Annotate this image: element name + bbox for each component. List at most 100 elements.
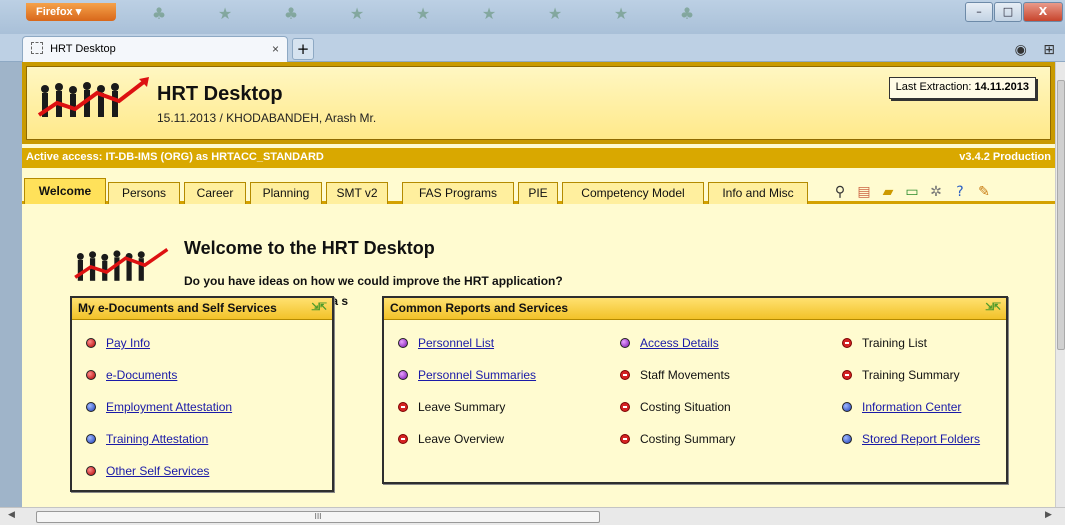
- toolbar-icons: ⚲ ▤ ▰ ▭ ✲ ? ✎: [832, 184, 992, 200]
- tree-icon: ♣: [679, 4, 695, 23]
- red-bullet-icon: [86, 466, 96, 476]
- no-entry-icon: [842, 338, 852, 348]
- vertical-scrollbar[interactable]: [1055, 62, 1065, 507]
- page-icon: [31, 42, 43, 54]
- tab-welcome[interactable]: Welcome: [24, 178, 106, 204]
- no-entry-icon: [620, 402, 630, 412]
- list-item[interactable]: Access Details: [620, 336, 719, 350]
- list-item[interactable]: e-Documents: [86, 368, 177, 382]
- list-item[interactable]: Personnel List: [398, 336, 494, 350]
- costing-situation-text: Costing Situation: [640, 400, 731, 414]
- star-icon: ★: [349, 4, 365, 23]
- tab-info-and-misc[interactable]: Info and Misc: [708, 182, 808, 204]
- e-documents-link[interactable]: e-Documents: [106, 368, 177, 382]
- list-item: Training Summary: [842, 368, 960, 382]
- list-item[interactable]: Employment Attestation: [86, 400, 232, 414]
- horizontal-scrollbar[interactable]: ◀ III ▶: [0, 507, 1065, 525]
- new-tab-button[interactable]: +: [292, 38, 314, 60]
- star-icon: ★: [415, 4, 431, 23]
- app-title: HRT Desktop: [157, 83, 283, 105]
- folder-icon[interactable]: ▰: [880, 184, 896, 200]
- help-icon[interactable]: ?: [952, 184, 968, 200]
- no-entry-icon: [620, 370, 630, 380]
- browser-tabstrip: HRT Desktop × + ◉ ⊞: [0, 34, 1065, 62]
- expand-icon[interactable]: ⇲⇱: [311, 302, 327, 313]
- firefox-menu-button[interactable]: Firefox ▾: [26, 3, 116, 21]
- export-icon[interactable]: ▭: [904, 184, 920, 200]
- star-icon: ★: [481, 4, 497, 23]
- no-entry-icon: [842, 370, 852, 380]
- horizontal-scroll-thumb[interactable]: III: [36, 511, 600, 523]
- welcome-title: Welcome to the HRT Desktop: [184, 238, 435, 258]
- hrt-logo-icon: [37, 77, 149, 117]
- binoculars-icon[interactable]: ⚲: [832, 184, 848, 200]
- tab-pie[interactable]: PIE: [518, 182, 558, 204]
- leave-overview-text: Leave Overview: [418, 432, 505, 446]
- list-item: Costing Situation: [620, 400, 731, 414]
- tab-smt-v2[interactable]: SMT v2: [326, 182, 388, 204]
- pay-info-link[interactable]: Pay Info: [106, 336, 150, 350]
- other-self-services-link[interactable]: Other Self Services: [106, 464, 209, 478]
- star-icon: ★: [613, 4, 629, 23]
- list-item[interactable]: Other Self Services: [86, 464, 209, 478]
- common-reports-header: Common Reports and Services ⇲⇱: [384, 298, 1006, 320]
- self-services-panel: My e-Documents and Self Services ⇲⇱ Pay …: [70, 296, 334, 492]
- browser-tab-title: HRT Desktop: [50, 43, 116, 55]
- personnel-list-link[interactable]: Personnel List: [418, 336, 494, 350]
- window-titlebar: Firefox ▾ ♣ ★ ♣ ★ ★ ★ ★ ★ ♣ – □ X: [0, 0, 1065, 34]
- expand-icon[interactable]: ⇲⇱: [985, 302, 1001, 313]
- list-item: Leave Summary: [398, 400, 505, 414]
- list-item[interactable]: Information Center: [842, 400, 961, 414]
- list-item[interactable]: Pay Info: [86, 336, 150, 350]
- list-item: Training List: [842, 336, 927, 350]
- information-center-link[interactable]: Information Center: [862, 400, 961, 414]
- wrench-icon[interactable]: ✎: [976, 184, 992, 200]
- training-attestation-link[interactable]: Training Attestation: [106, 432, 208, 446]
- self-services-title: My e-Documents and Self Services: [78, 301, 277, 315]
- red-bullet-icon: [86, 338, 96, 348]
- no-entry-icon: [620, 434, 630, 444]
- tree-icon: ♣: [283, 4, 299, 23]
- blue-bullet-icon: [86, 402, 96, 412]
- list-item: Leave Overview: [398, 432, 504, 446]
- list-item[interactable]: Stored Report Folders: [842, 432, 980, 446]
- common-reports-title: Common Reports and Services: [390, 301, 569, 315]
- tab-planning[interactable]: Planning: [250, 182, 322, 204]
- stored-report-folders-link[interactable]: Stored Report Folders: [862, 432, 980, 446]
- employment-attestation-link[interactable]: Employment Attestation: [106, 400, 232, 414]
- header-banner: HRT Desktop 15.11.2013 / KHODABANDEH, Ar…: [22, 62, 1055, 144]
- main-tabs: Welcome Persons Career Planning SMT v2 F…: [22, 168, 1055, 204]
- scroll-left-icon[interactable]: ◀: [8, 510, 15, 520]
- personnel-summaries-link[interactable]: Personnel Summaries: [418, 368, 536, 382]
- welcome-question: Do you have ideas on how we could improv…: [184, 274, 563, 288]
- maximize-button[interactable]: □: [994, 2, 1022, 22]
- welcome-logo-icon: [74, 248, 169, 281]
- training-summary-text: Training Summary: [862, 368, 960, 382]
- scroll-right-icon[interactable]: ▶: [1045, 510, 1052, 520]
- extraction-label: Last Extraction:: [895, 81, 975, 93]
- star-icon: ★: [547, 4, 563, 23]
- gear-icon[interactable]: ✲: [928, 184, 944, 200]
- access-details-link[interactable]: Access Details: [640, 336, 719, 350]
- tab-close-icon[interactable]: ×: [272, 42, 279, 56]
- tab-persons[interactable]: Persons: [108, 182, 180, 204]
- vertical-scroll-thumb[interactable]: [1057, 80, 1065, 350]
- minimize-button[interactable]: –: [965, 2, 993, 22]
- tab-competency-model[interactable]: Competency Model: [562, 182, 704, 204]
- active-access-text: Active access: IT-DB-IMS (ORG) as HRTACC…: [26, 151, 324, 163]
- tab-career[interactable]: Career: [184, 182, 246, 204]
- page-viewport: HRT Desktop 15.11.2013 / KHODABANDEH, Ar…: [22, 62, 1055, 507]
- report-icon[interactable]: ▤: [856, 184, 872, 200]
- self-services-header: My e-Documents and Self Services ⇲⇱: [72, 298, 332, 320]
- browser-tab-hrt[interactable]: HRT Desktop ×: [22, 36, 288, 62]
- version-text: v3.4.2 Production: [959, 151, 1051, 163]
- browser-right-tools[interactable]: ◉ ⊞: [1015, 42, 1061, 58]
- purple-bullet-icon: [620, 338, 630, 348]
- close-window-button[interactable]: X: [1023, 2, 1063, 22]
- blue-bullet-icon: [842, 402, 852, 412]
- list-item[interactable]: Personnel Summaries: [398, 368, 536, 382]
- purple-bullet-icon: [398, 370, 408, 380]
- list-item[interactable]: Training Attestation: [86, 432, 208, 446]
- staff-movements-text: Staff Movements: [640, 368, 730, 382]
- tab-fas-programs[interactable]: FAS Programs: [402, 182, 514, 204]
